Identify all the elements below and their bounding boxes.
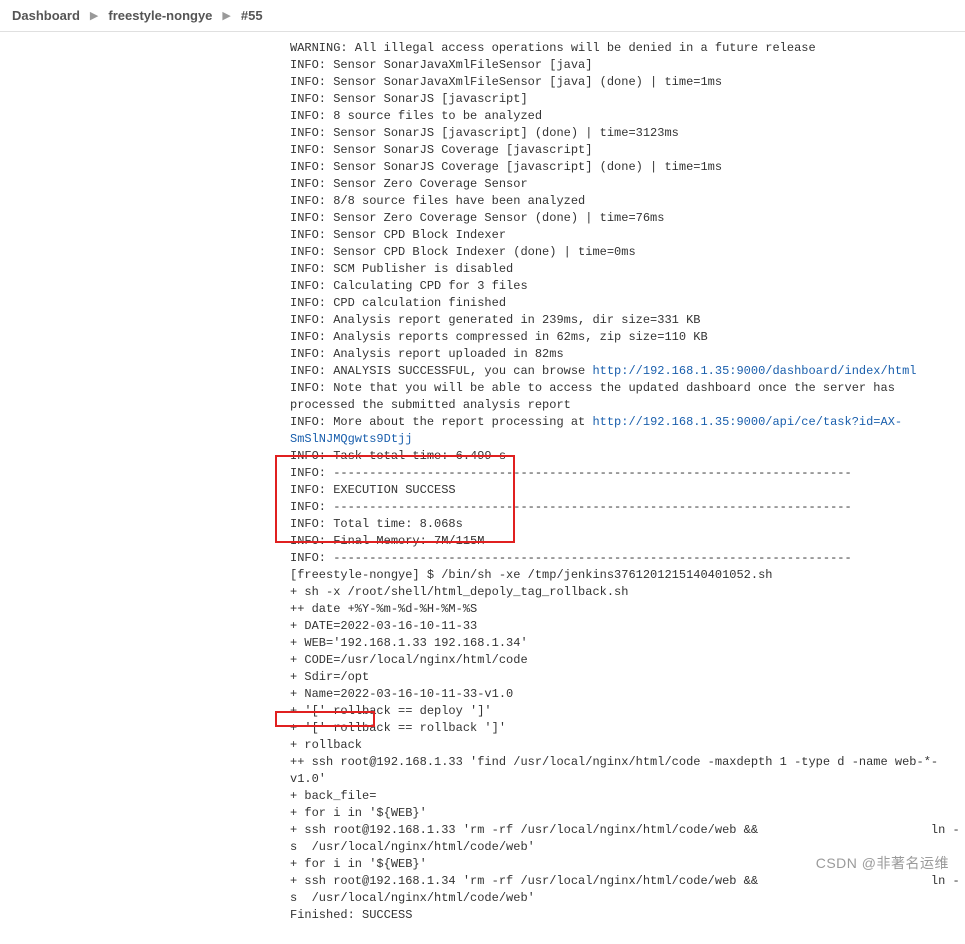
console-output: WARNING: All illegal access operations w… (0, 32, 965, 944)
console-line: Finished: SUCCESS (290, 907, 965, 924)
console-line: INFO: ----------------------------------… (290, 550, 965, 567)
console-line: ++ date +%Y-%m-%d-%H-%M-%S (290, 601, 965, 618)
console-line: INFO: Sensor CPD Block Indexer (done) | … (290, 244, 965, 261)
console-line: + '[' rollback == rollback ']' (290, 720, 965, 737)
console-line: WARNING: All illegal access operations w… (290, 40, 965, 57)
console-line: [freestyle-nongye] $ /bin/sh -xe /tmp/je… (290, 567, 965, 584)
watermark-text: CSDN @非著名运维 (816, 853, 949, 873)
console-line: ++ ssh root@192.168.1.33 'find /usr/loca… (290, 754, 965, 788)
console-line: INFO: Sensor SonarJavaXmlFileSensor [jav… (290, 57, 965, 74)
console-line: + ssh root@192.168.1.33 'rm -rf /usr/loc… (290, 822, 965, 856)
console-line: INFO: Note that you will be able to acce… (290, 380, 965, 414)
console-line: INFO: Sensor SonarJS Coverage [javascrip… (290, 159, 965, 176)
console-line: INFO: Sensor SonarJavaXmlFileSensor [jav… (290, 74, 965, 91)
breadcrumb-build-link[interactable]: #55 (241, 8, 263, 23)
console-line: INFO: EXECUTION SUCCESS (290, 482, 965, 499)
console-line: INFO: Analysis report generated in 239ms… (290, 312, 965, 329)
console-line: INFO: ----------------------------------… (290, 499, 965, 516)
console-line: INFO: Sensor Zero Coverage Sensor (done)… (290, 210, 965, 227)
console-line: + for i in '${WEB}' (290, 805, 965, 822)
console-line: INFO: 8/8 source files have been analyze… (290, 193, 965, 210)
console-line: + Name=2022-03-16-10-11-33-v1.0 (290, 686, 965, 703)
console-line: + WEB='192.168.1.33 192.168.1.34' (290, 635, 965, 652)
console-line: INFO: Task total time: 6.499 s (290, 448, 965, 465)
console-line: INFO: Total time: 8.068s (290, 516, 965, 533)
console-line: + sh -x /root/shell/html_depoly_tag_roll… (290, 584, 965, 601)
console-line: INFO: Analysis reports compressed in 62m… (290, 329, 965, 346)
console-line: + DATE=2022-03-16-10-11-33 (290, 618, 965, 635)
breadcrumb-dashboard-link[interactable]: Dashboard (12, 8, 80, 23)
console-line: INFO: Sensor SonarJS Coverage [javascrip… (290, 142, 965, 159)
console-line: INFO: CPD calculation finished (290, 295, 965, 312)
console-line: + '[' rollback == deploy ']' (290, 703, 965, 720)
console-line: + rollback (290, 737, 965, 754)
console-line: INFO: Sensor SonarJS [javascript] (done)… (290, 125, 965, 142)
console-line: INFO: Sensor Zero Coverage Sensor (290, 176, 965, 193)
console-text: INFO: More about the report processing a… (290, 415, 592, 429)
console-line: + ssh root@192.168.1.34 'rm -rf /usr/loc… (290, 873, 965, 907)
breadcrumb-project-link[interactable]: freestyle-nongye (108, 8, 212, 23)
console-line: INFO: More about the report processing a… (290, 414, 965, 448)
console-line: + back_file= (290, 788, 965, 805)
console-line: INFO: ----------------------------------… (290, 465, 965, 482)
console-line: INFO: Analysis report uploaded in 82ms (290, 346, 965, 363)
breadcrumb: Dashboard ▶ freestyle-nongye ▶ #55 (0, 0, 965, 32)
console-line: + Sdir=/opt (290, 669, 965, 686)
breadcrumb-separator-icon: ▶ (222, 9, 230, 22)
console-line: INFO: Calculating CPD for 3 files (290, 278, 965, 295)
breadcrumb-separator-icon: ▶ (90, 9, 98, 22)
console-line: INFO: Final Memory: 7M/115M (290, 533, 965, 550)
console-text: INFO: ANALYSIS SUCCESSFUL, you can brows… (290, 364, 592, 378)
dashboard-url-link[interactable]: http://192.168.1.35:9000/dashboard/index… (592, 364, 916, 378)
console-line: INFO: ANALYSIS SUCCESSFUL, you can brows… (290, 363, 965, 380)
console-line: INFO: 8 source files to be analyzed (290, 108, 965, 125)
console-line: INFO: Sensor SonarJS [javascript] (290, 91, 965, 108)
console-line: INFO: Sensor CPD Block Indexer (290, 227, 965, 244)
console-line: + CODE=/usr/local/nginx/html/code (290, 652, 965, 669)
console-line: INFO: SCM Publisher is disabled (290, 261, 965, 278)
